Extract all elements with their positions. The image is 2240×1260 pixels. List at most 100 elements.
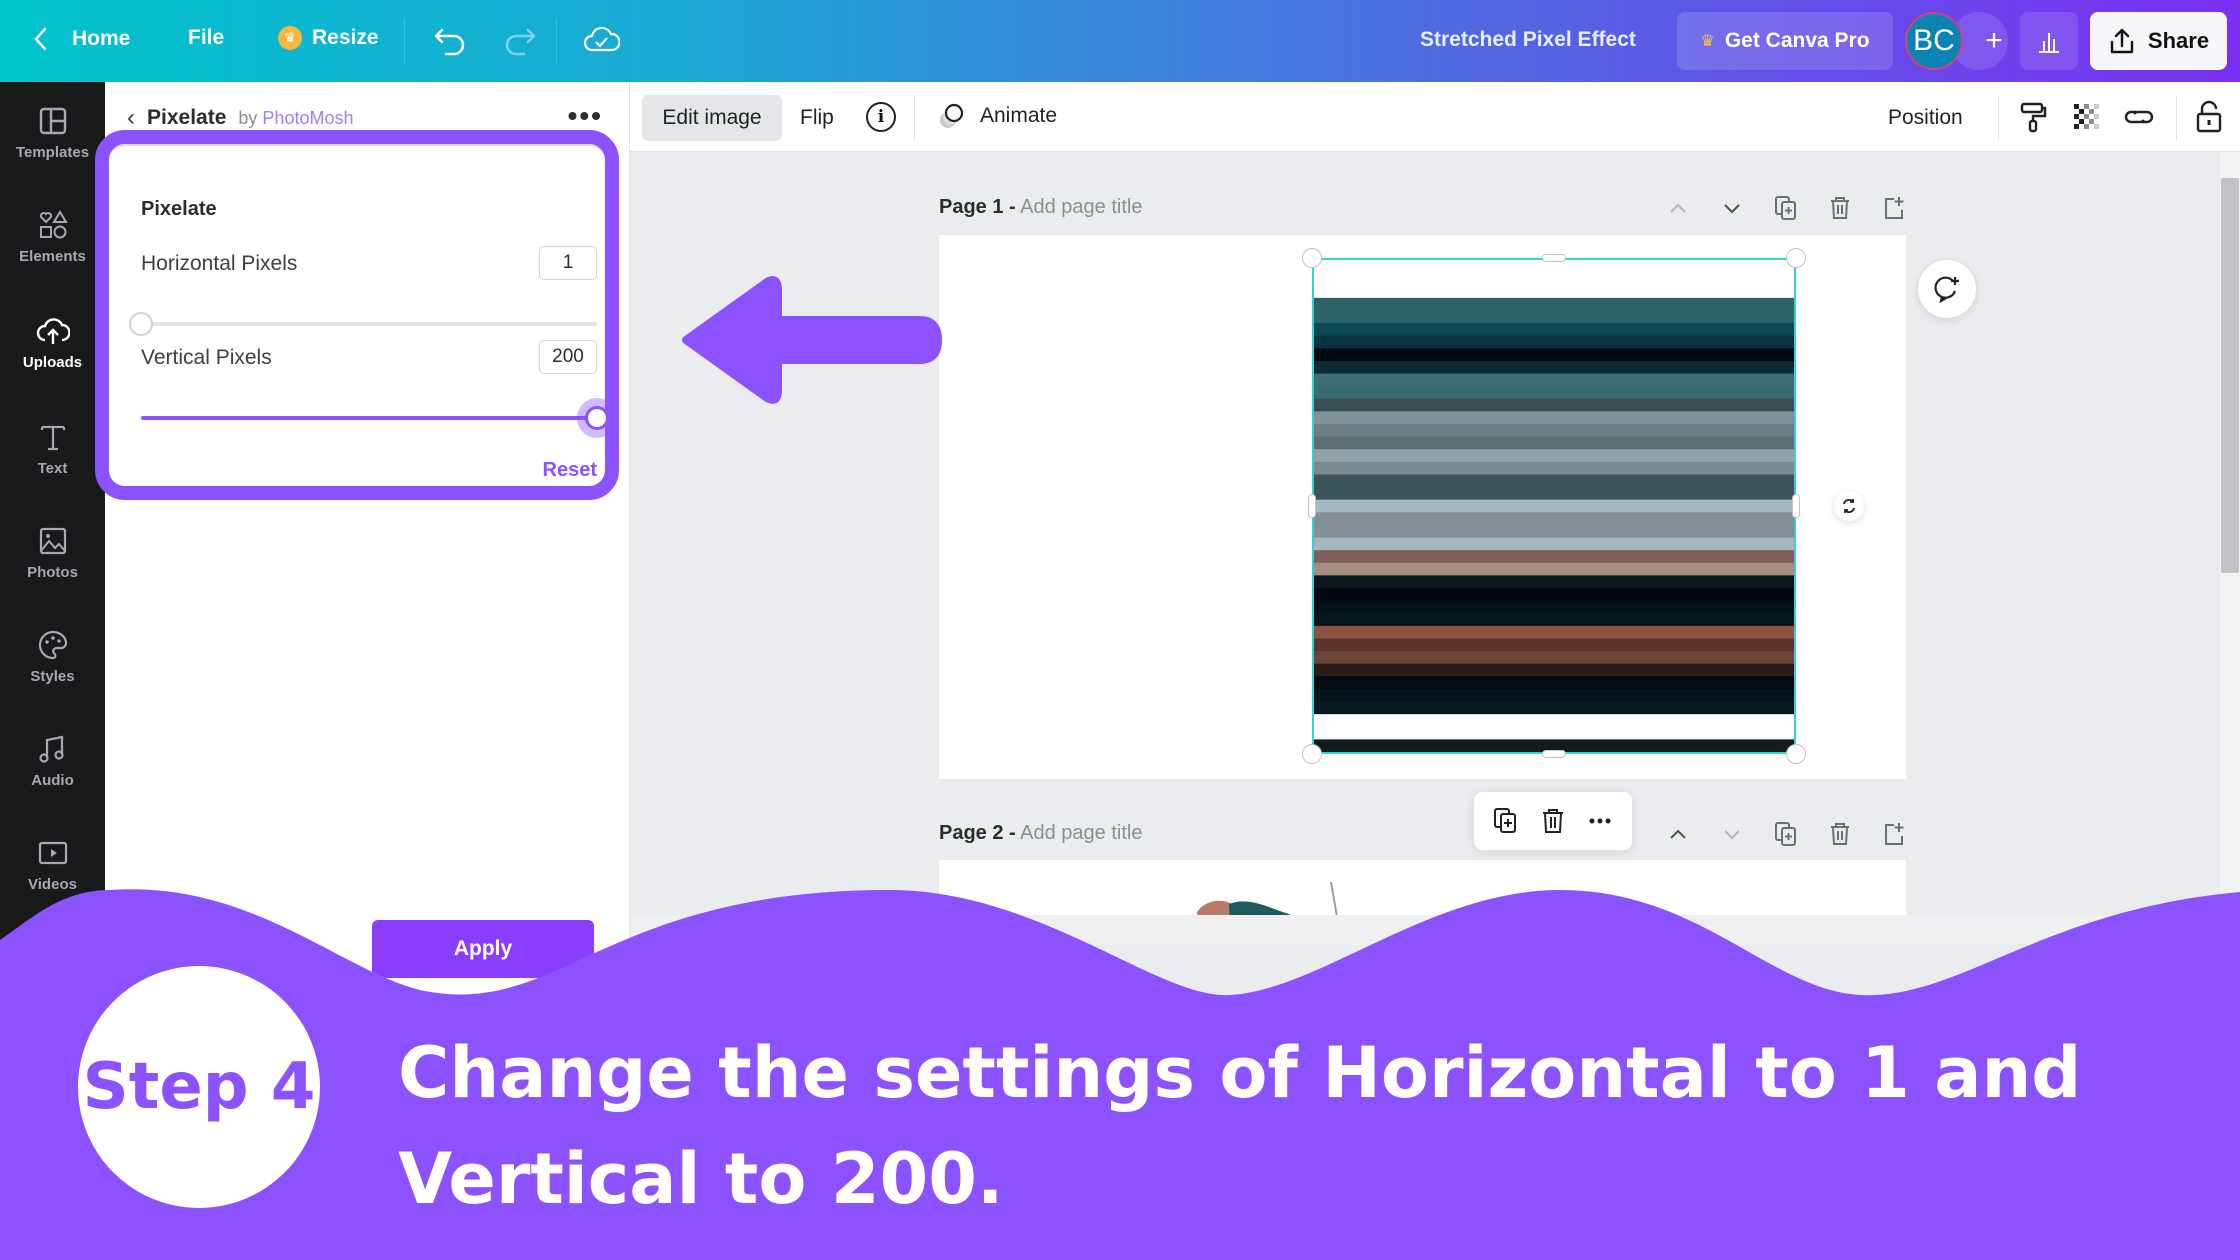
slider-handle[interactable]: [585, 406, 609, 430]
effect-title: Pixelate: [141, 198, 217, 220]
add-page-icon[interactable]: [1880, 820, 1908, 848]
unlock-icon[interactable]: [2192, 100, 2226, 134]
trash-icon[interactable]: [1538, 806, 1568, 836]
undo-icon: [434, 28, 465, 56]
step-instruction: Change the settings of Horizontal to 1 a…: [398, 1020, 2178, 1232]
design-title[interactable]: Stretched Pixel Effect: [1420, 28, 1636, 52]
templates-icon: [39, 107, 66, 135]
rail-label: Styles: [30, 668, 75, 685]
resize-handle-left[interactable]: [1308, 494, 1316, 518]
rail-item-templates[interactable]: Templates: [0, 104, 105, 194]
page-2-title[interactable]: Page 2 - Add page title: [939, 822, 1142, 845]
rail-item-uploads[interactable]: Uploads: [0, 314, 105, 404]
divider: [556, 18, 557, 64]
duplicate-page-icon[interactable]: [1772, 820, 1800, 848]
back-chevron-icon[interactable]: ‹: [127, 104, 135, 132]
trash-icon[interactable]: [1826, 194, 1854, 222]
transparency-icon[interactable]: [2070, 100, 2104, 134]
crown-icon: ♛: [1700, 33, 1715, 50]
resize-handle-bottom[interactable]: [1542, 750, 1566, 758]
get-pro-label: Get Canva Pro: [1724, 29, 1870, 52]
pointer-arrow: [682, 276, 942, 404]
pixelate-settings-highlight: Pixelate Horizontal Pixels 1 Vertical Pi…: [95, 130, 619, 500]
undo-button[interactable]: [432, 20, 470, 60]
rail-item-text[interactable]: Text: [0, 420, 105, 510]
trash-icon[interactable]: [1826, 820, 1854, 848]
resize-handle-top[interactable]: [1542, 254, 1566, 262]
animate-button[interactable]: Animate: [936, 100, 1057, 132]
rail-item-audio[interactable]: Audio: [0, 732, 105, 822]
share-button[interactable]: Share: [2090, 12, 2227, 70]
floating-page-toolbar: [1474, 792, 1632, 850]
resize-handle-right[interactable]: [1792, 494, 1800, 518]
chevron-down-icon[interactable]: [1718, 820, 1746, 848]
palette-icon: [38, 630, 67, 660]
top-bar: Home File ♛ Resize Stretched Pixel Effec…: [0, 0, 2240, 82]
instruction-line-1: Change the settings of Horizontal to 1 a…: [398, 1032, 2082, 1114]
resize-handle-top-left[interactable]: [1302, 248, 1322, 268]
redo-button[interactable]: [500, 20, 538, 60]
chevron-up-icon[interactable]: [1664, 820, 1692, 848]
elements-icon: [39, 210, 68, 239]
more-icon[interactable]: [1585, 806, 1615, 836]
horizontal-pixels-input[interactable]: 1: [539, 246, 597, 280]
scrollbar-thumb[interactable]: [2221, 178, 2239, 573]
page-number: Page 2 -: [939, 822, 1016, 844]
horizontal-pixels-slider[interactable]: [129, 312, 597, 336]
author-link[interactable]: PhotoMosh: [262, 108, 353, 128]
add-page-icon[interactable]: [1880, 194, 1908, 222]
get-canva-pro-button[interactable]: ♛ Get Canva Pro: [1677, 12, 1893, 70]
more-options-icon[interactable]: •••: [568, 102, 603, 130]
vertical-pixels-slider[interactable]: [141, 406, 609, 430]
paint-roller-icon[interactable]: [2016, 100, 2050, 134]
resize-handle-bottom-left[interactable]: [1302, 744, 1322, 764]
add-comment-button[interactable]: [1918, 260, 1976, 318]
resize-button[interactable]: ♛ Resize: [278, 26, 379, 50]
info-icon[interactable]: i: [866, 102, 896, 132]
upload-icon: [2110, 28, 2134, 54]
rotate-button[interactable]: [1834, 491, 1864, 521]
cloud-check-icon: [583, 26, 620, 52]
insights-button[interactable]: [2020, 12, 2078, 70]
step-number-badge: Step 4: [78, 966, 320, 1208]
cloud-saved-button[interactable]: [582, 20, 620, 60]
user-avatar[interactable]: BC: [1905, 12, 1963, 70]
slider-handle[interactable]: [129, 312, 153, 336]
chevron-up-icon[interactable]: [1664, 194, 1692, 222]
panel-author: by PhotoMosh: [238, 108, 353, 129]
share-label: Share: [2147, 28, 2210, 53]
settings-card: Pixelate Horizontal Pixels 1 Vertical Pi…: [109, 144, 609, 486]
divider: [2176, 96, 2177, 140]
bar-chart-icon: [2039, 33, 2059, 53]
vertical-pixels-input[interactable]: 200: [539, 340, 597, 374]
selection-frame: [1312, 258, 1796, 754]
duplicate-icon[interactable]: [1491, 806, 1521, 836]
horizontal-pixels-label: Horizontal Pixels: [141, 252, 298, 275]
home-button[interactable]: Home: [30, 24, 130, 54]
reset-button[interactable]: Reset: [543, 459, 597, 482]
duplicate-page-icon[interactable]: [1772, 194, 1800, 222]
slider-fill: [141, 416, 597, 420]
resize-label: Resize: [312, 26, 379, 49]
video-icon: [38, 841, 67, 865]
page-1-title[interactable]: Page 1 - Add page title: [939, 196, 1142, 219]
rail-item-elements[interactable]: Elements: [0, 208, 105, 298]
flip-button[interactable]: Flip: [800, 106, 834, 130]
text-icon: [40, 425, 65, 451]
photos-icon: [39, 527, 66, 555]
chevron-down-icon[interactable]: [1718, 194, 1746, 222]
rail-item-photos[interactable]: Photos: [0, 524, 105, 614]
edit-image-button[interactable]: Edit image: [642, 95, 782, 141]
resize-handle-bottom-right[interactable]: [1786, 744, 1806, 764]
divider: [914, 96, 915, 140]
link-icon[interactable]: [2122, 100, 2156, 134]
rotate-icon: [1843, 499, 1855, 513]
rail-item-styles[interactable]: Styles: [0, 628, 105, 718]
animate-label: Animate: [980, 104, 1058, 127]
instruction-line-2: Vertical to 200.: [398, 1138, 1004, 1220]
redo-icon: [505, 28, 536, 56]
position-button[interactable]: Position: [1888, 106, 1963, 130]
uploads-icon: [36, 318, 70, 344]
resize-handle-top-right[interactable]: [1786, 248, 1806, 268]
file-menu-button[interactable]: File: [188, 26, 224, 50]
